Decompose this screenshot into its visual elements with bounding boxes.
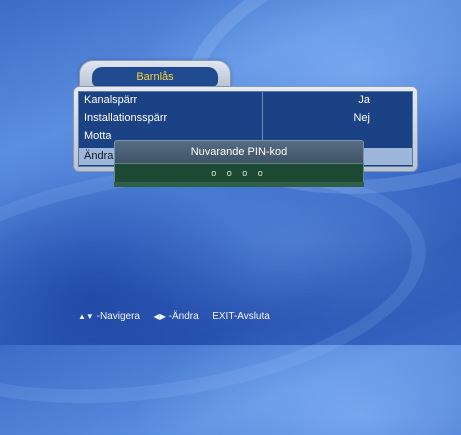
menu-title: Barnlås xyxy=(92,67,218,87)
pin-dialog-footer xyxy=(114,182,364,187)
exit-hint: EXIT-Avsluta xyxy=(212,311,270,322)
menu-row-label: Kanalspärr xyxy=(84,94,138,106)
footer-hints: ▲▼ -Navigera ◀▶ -Ändra EXIT-Avsluta xyxy=(78,311,270,325)
left-right-arrow-icon: ◀▶ xyxy=(153,312,166,321)
pin-dialog-title: Nuvarande PIN-kod xyxy=(114,140,364,163)
menu-row-value: Nej xyxy=(353,112,370,124)
pin-dialog: Nuvarande PIN-kod o o o o xyxy=(114,140,364,188)
menu-row-label: Ändra xyxy=(84,150,114,162)
menu-row-label: Motta xyxy=(84,130,112,142)
change-hint: -Ändra xyxy=(168,311,199,322)
menu-row-label: Installationsspärr xyxy=(84,112,168,124)
up-down-arrow-icon: ▲▼ xyxy=(78,312,94,321)
navigate-hint: -Navigera xyxy=(96,311,140,322)
menu-row-installationssparr[interactable]: Installationsspärr Nej xyxy=(79,110,412,127)
menu-row-kanalsparr[interactable]: Kanalspärr Ja xyxy=(79,92,412,109)
pin-input[interactable]: o o o o xyxy=(114,163,364,183)
menu-row-value: Ja xyxy=(358,94,370,106)
